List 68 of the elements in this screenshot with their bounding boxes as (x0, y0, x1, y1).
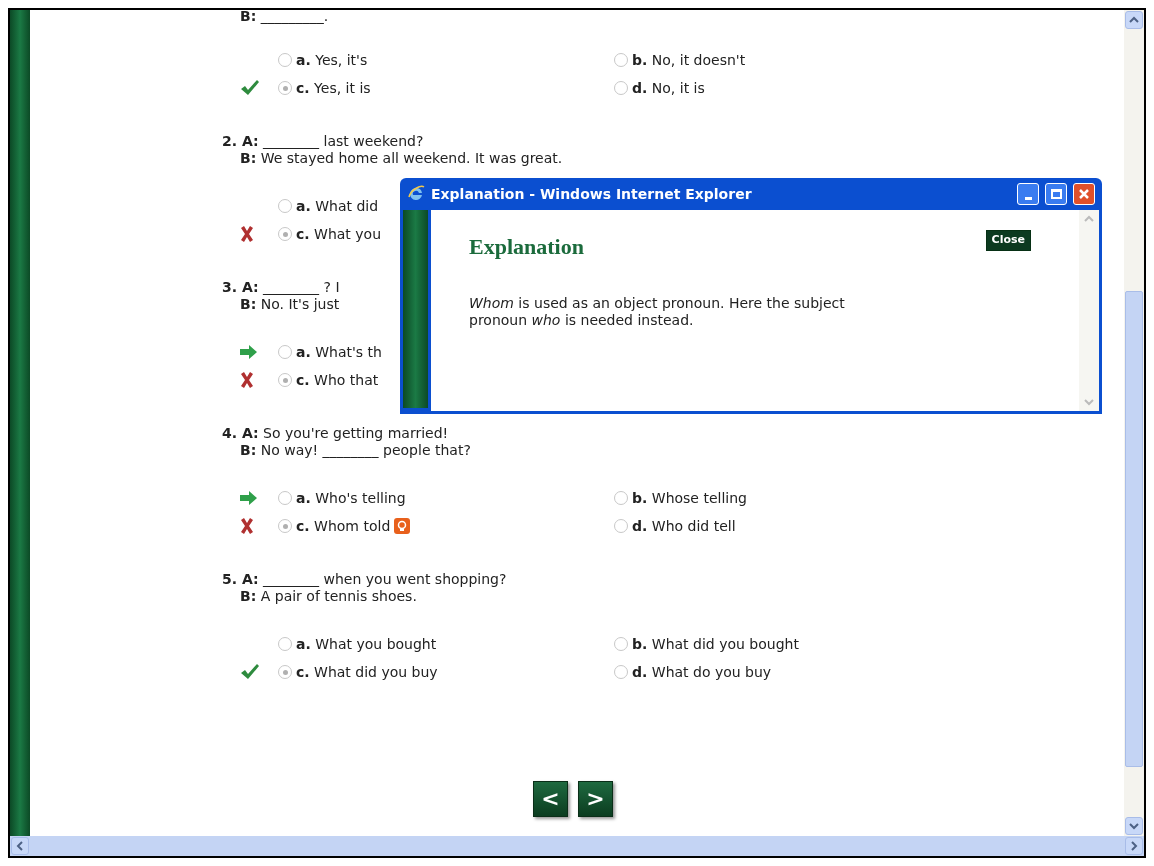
scroll-down-button[interactable] (1125, 817, 1143, 835)
radio-button[interactable] (614, 53, 628, 67)
option-label: a. What's th (296, 342, 382, 362)
scroll-left-button[interactable] (11, 837, 29, 855)
radio-button[interactable] (278, 199, 292, 213)
close-button[interactable]: Close (985, 230, 1031, 251)
option-label: d. What do you buy (632, 662, 772, 682)
option-label: c. What did you buy (296, 662, 438, 682)
radio-button[interactable] (278, 373, 292, 387)
cross-icon (240, 226, 254, 242)
window-title: Explanation - Windows Internet Explorer (431, 184, 753, 204)
option-label: b. No, it doesn't (632, 50, 746, 70)
radio-button[interactable] (278, 227, 292, 241)
option-label: c. Yes, it is (296, 78, 371, 98)
arrow-icon (240, 345, 258, 359)
option-label: c. Who that (296, 370, 379, 390)
option-label: b. What did you bought (632, 634, 799, 654)
option-label: a. What you bought (296, 634, 437, 654)
close-window-button[interactable] (1073, 183, 1095, 205)
dialogue-line: 3. A: ________ ? I (222, 279, 340, 296)
previous-button[interactable]: < (533, 781, 568, 817)
radio-button[interactable] (278, 491, 292, 505)
dialogue-line: B: A pair of tennis shoes. (239, 588, 417, 605)
dialogue-line: 4. A: So you're getting married! (222, 425, 449, 442)
minimize-button[interactable] (1017, 183, 1039, 205)
radio-button[interactable] (614, 665, 628, 679)
check-icon (240, 663, 260, 681)
dialogue-line: B: _________. (239, 10, 329, 25)
radio-button[interactable] (278, 519, 292, 533)
dialogue-line: 2. A: ________ last weekend? (222, 133, 424, 150)
info-icon[interactable] (394, 518, 411, 534)
dialogue-line: B: No way! ________ people that? (239, 442, 471, 459)
option-label: d. Who did tell (632, 516, 736, 536)
option-label: d. No, it is (632, 78, 705, 98)
option-label: c. Whom told (296, 516, 391, 536)
check-icon (240, 79, 260, 97)
arrow-icon (240, 491, 258, 505)
vertical-scrollbar[interactable] (1124, 10, 1144, 836)
radio-button[interactable] (278, 81, 292, 95)
horizontal-scrollbar[interactable] (10, 836, 1144, 856)
radio-button[interactable] (278, 637, 292, 651)
maximize-button[interactable] (1045, 183, 1067, 205)
radio-button[interactable] (278, 665, 292, 679)
dialogue-line: B: We stayed home all weekend. It was great. (239, 150, 563, 167)
radio-button[interactable] (614, 81, 628, 95)
option-label: c. What you (296, 224, 382, 244)
radio-button[interactable] (278, 53, 292, 67)
option-label: a. Who's telling (296, 488, 406, 508)
option-label: a. Yes, it's (296, 50, 368, 70)
radio-button[interactable] (614, 491, 628, 505)
explanation-text: Whom is used as an object pronoun. Here the subject pronoun who is needed instead. (469, 295, 846, 329)
option-label: a. What did (296, 196, 379, 216)
dialogue-line: B: No. It's just (239, 296, 340, 313)
close-icon (1078, 188, 1090, 200)
vertical-scrollbar[interactable] (1079, 210, 1099, 411)
browser-logo-icon (407, 185, 425, 203)
dialogue-line: 5. A: ________ when you went shopping? (222, 571, 507, 588)
radio-button[interactable] (614, 519, 628, 533)
scrollbar-thumb[interactable] (1125, 291, 1143, 767)
scroll-right-button[interactable] (1125, 837, 1143, 855)
radio-button[interactable] (278, 345, 292, 359)
radio-button[interactable] (614, 637, 628, 651)
next-button[interactable]: > (578, 781, 613, 817)
explanation-heading: Explanation (469, 233, 584, 261)
option-label: b. Whose telling (632, 488, 747, 508)
cross-icon (240, 372, 254, 388)
scroll-up-button[interactable] (1125, 11, 1143, 29)
cross-icon (240, 518, 254, 534)
